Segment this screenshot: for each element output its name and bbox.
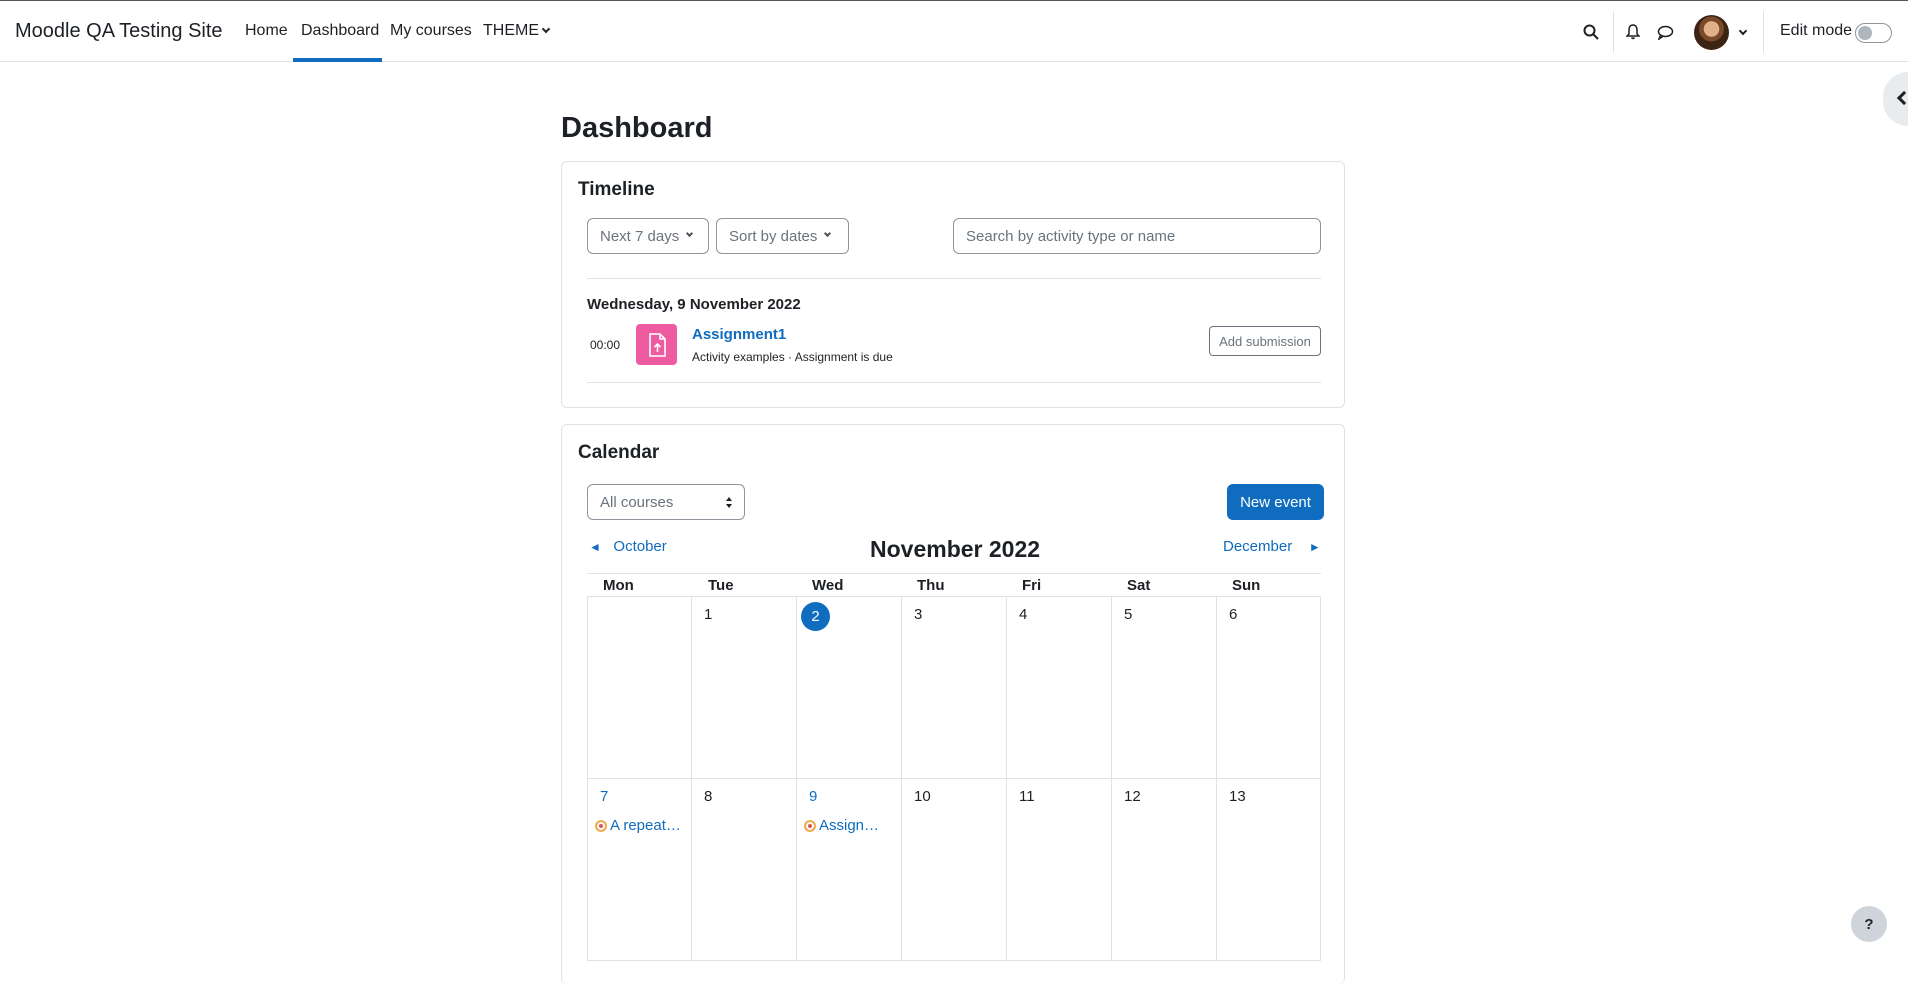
calendar-day-cell-today[interactable]: 2 (797, 597, 902, 779)
day-number-link[interactable]: 7 (600, 788, 608, 805)
nav-theme[interactable]: THEME (483, 22, 551, 40)
month-title: November 2022 (870, 536, 1041, 562)
toggle-knob (1858, 26, 1872, 40)
timeline-day-heading: Wednesday, 9 November 2022 (587, 296, 801, 313)
calendar-day-cell[interactable]: 12 (1112, 779, 1217, 961)
timeline-block: Timeline Next 7 days Sort by dates Wedne… (561, 161, 1345, 408)
timeline-sort-filter[interactable]: Sort by dates (716, 218, 849, 254)
day-number: 12 (1124, 788, 1141, 805)
event-dot-icon (804, 819, 816, 832)
calendar-day-cell[interactable]: 6 (1217, 597, 1321, 779)
navbar-divider (1763, 11, 1764, 53)
site-name[interactable]: Moodle QA Testing Site (15, 20, 223, 43)
calendar-day-cell[interactable]: 3 (902, 597, 1007, 779)
weekday-thu: Thu (917, 577, 945, 594)
calendar-day-cell[interactable]: 13 (1217, 779, 1321, 961)
weekday-wed: Wed (812, 577, 844, 594)
weekday-header-row: Mon Tue Wed Thu Fri Sat Sun (587, 573, 1321, 597)
next-month-label: December (1223, 538, 1293, 555)
weekday-sat: Sat (1127, 577, 1151, 594)
event-dot-icon (595, 819, 607, 832)
add-submission-button[interactable]: Add submission (1209, 326, 1321, 356)
calendar-event[interactable]: A repeat… (595, 817, 681, 834)
calendar-day-cell[interactable]: 8 (692, 779, 797, 961)
weekday-sun: Sun (1232, 577, 1261, 594)
day-filter-label: Next 7 days (600, 227, 680, 245)
day-number-link[interactable]: 9 (809, 788, 817, 805)
calendar-day-cell[interactable]: 5 (1112, 597, 1217, 779)
calendar-day-cell-empty (587, 597, 692, 779)
day-number: 10 (914, 788, 931, 805)
nav-active-indicator (293, 58, 382, 62)
nav-theme-label: THEME (483, 22, 539, 39)
nav-my-courses[interactable]: My courses (390, 22, 472, 40)
calendar-event-label: Assign… (819, 817, 880, 834)
assignment-upload-icon (636, 324, 677, 365)
day-number: 13 (1229, 788, 1246, 805)
timeline-search-input[interactable] (953, 218, 1321, 254)
page-title: Dashboard (561, 112, 713, 144)
chevron-down-icon (1738, 26, 1748, 36)
day-number: 5 (1124, 606, 1133, 623)
calendar-event-label: A repeat… (610, 817, 681, 834)
chevron-down-icon (541, 24, 551, 34)
help-button[interactable]: ? (1851, 906, 1887, 942)
course-select-value: All courses (600, 493, 674, 511)
day-number: 11 (1019, 788, 1035, 805)
calendar-event[interactable]: Assign… (804, 817, 879, 834)
next-month-link[interactable]: December ► (1223, 538, 1321, 555)
calendar-title: Calendar (578, 442, 660, 463)
select-arrows-icon (726, 497, 732, 509)
triangle-right-icon: ► (1308, 540, 1321, 554)
weekday-fri: Fri (1022, 577, 1042, 594)
day-number: 4 (1019, 606, 1028, 623)
chevron-down-icon (824, 229, 832, 237)
avatar[interactable] (1694, 15, 1729, 50)
weekday-tue: Tue (708, 577, 734, 594)
chevron-left-icon (1896, 90, 1908, 106)
bell-icon[interactable] (1622, 21, 1644, 43)
day-number: 6 (1229, 606, 1238, 623)
calendar-day-cell[interactable]: 1 (692, 597, 797, 779)
search-icon[interactable] (1580, 21, 1602, 43)
prev-month-link[interactable]: ◄ October (589, 538, 667, 555)
calendar-day-cell[interactable]: 4 (1007, 597, 1112, 779)
day-number: 1 (704, 606, 713, 623)
nav-home[interactable]: Home (245, 22, 288, 40)
prev-month-label: October (613, 538, 667, 555)
weekday-mon: Mon (603, 577, 634, 594)
help-icon: ? (1864, 915, 1874, 933)
calendar-block: Calendar All courses New event ◄ October… (561, 424, 1345, 984)
edit-mode-label: Edit mode (1780, 22, 1853, 39)
chat-icon[interactable] (1654, 21, 1676, 43)
new-event-button[interactable]: New event (1227, 484, 1324, 520)
day-number: 8 (704, 788, 713, 805)
sort-filter-label: Sort by dates (729, 227, 818, 245)
calendar-day-cell[interactable]: 9 Assign… (797, 779, 902, 961)
divider (587, 382, 1321, 383)
day-number: 3 (914, 606, 923, 623)
event-name-link[interactable]: Assignment1 (692, 326, 786, 343)
user-menu-toggle[interactable] (1736, 24, 1748, 41)
today-day-number: 2 (801, 602, 830, 631)
timeline-title: Timeline (578, 179, 655, 200)
course-select[interactable]: All courses (587, 484, 745, 520)
nav-dashboard[interactable]: Dashboard (301, 22, 379, 40)
open-block-drawer-button[interactable] (1883, 72, 1908, 126)
divider (587, 278, 1321, 279)
calendar-day-cell[interactable]: 11 (1007, 779, 1112, 961)
timeline-day-filter[interactable]: Next 7 days (587, 218, 709, 254)
top-navbar: Moodle QA Testing Site Home Dashboard My… (0, 0, 1908, 62)
calendar-day-cell[interactable]: 7 A repeat… (587, 779, 692, 961)
navbar-divider (1613, 11, 1614, 53)
calendar-day-cell[interactable]: 10 (902, 779, 1007, 961)
chevron-down-icon (686, 229, 694, 237)
event-subtitle: Activity examples · Assignment is due (692, 350, 893, 364)
triangle-left-icon: ◄ (589, 540, 601, 554)
event-time: 00:00 (590, 338, 621, 352)
edit-mode-toggle[interactable] (1855, 23, 1892, 43)
